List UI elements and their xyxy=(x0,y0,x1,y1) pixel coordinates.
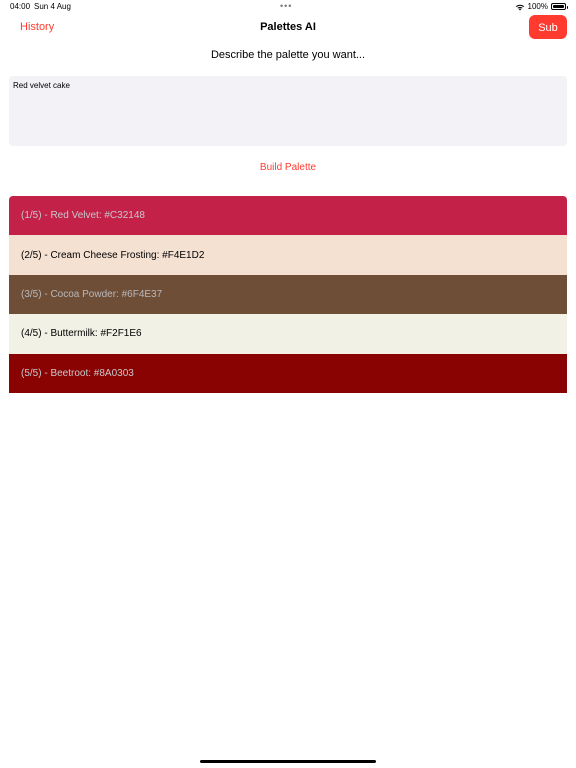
status-date: Sun 4 Aug xyxy=(34,2,71,11)
wifi-icon xyxy=(515,4,524,10)
palette-swatch-3[interactable]: (3/5) - Cocoa Powder: #6F4E37 xyxy=(9,274,567,315)
status-indicators: 100% xyxy=(515,2,568,11)
status-bar: 04:00 Sun 4 Aug ••• 100% xyxy=(0,0,576,13)
palette-swatch-2[interactable]: (2/5) - Cream Cheese Frosting: #F4E1D2 xyxy=(9,235,567,275)
subscribe-button[interactable]: Sub xyxy=(529,15,567,39)
palette-swatch-1[interactable]: (1/5) - Red Velvet: #C32148 xyxy=(9,196,567,236)
status-time: 04:00 xyxy=(10,2,31,11)
prompt-label: Describe the palette you want... xyxy=(210,49,366,61)
app-screen: 04:00 Sun 4 Aug ••• 100% History Palette… xyxy=(0,0,576,768)
battery-percent: 100% xyxy=(527,2,548,11)
page-title: Palettes AI xyxy=(260,21,316,33)
build-palette-button[interactable]: Build Palette xyxy=(0,162,576,173)
battery-icon xyxy=(551,3,568,10)
home-indicator[interactable] xyxy=(200,760,376,763)
palette-list: (1/5) - Red Velvet: #C32148 (2/5) - Crea… xyxy=(9,196,567,393)
palette-swatch-4[interactable]: (4/5) - Buttermilk: #F2F1E6 xyxy=(9,314,567,354)
palette-description-input[interactable] xyxy=(9,76,567,146)
multitasking-dots-icon[interactable]: ••• xyxy=(280,1,292,11)
palette-swatch-5[interactable]: (5/5) - Beetroot: #8A0303 xyxy=(9,353,567,393)
history-button[interactable]: History xyxy=(20,21,54,33)
